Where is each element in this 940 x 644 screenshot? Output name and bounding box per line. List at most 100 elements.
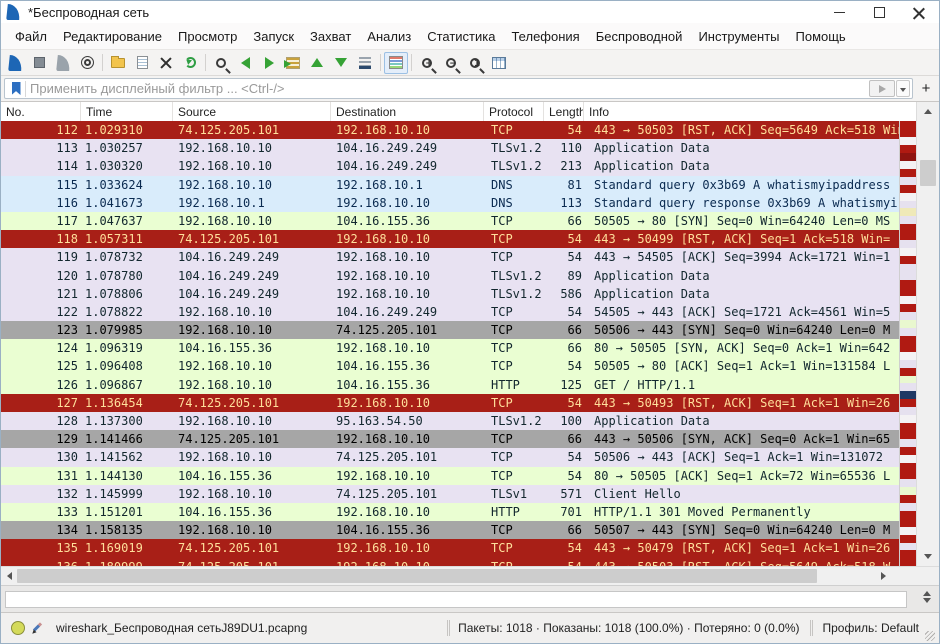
apply-filter-button[interactable] bbox=[869, 80, 895, 97]
cell-info: Application Data bbox=[584, 412, 900, 430]
menu-item-6[interactable]: Статистика bbox=[419, 26, 503, 47]
column-header-no[interactable]: No. bbox=[1, 102, 81, 121]
go-forward-button[interactable] bbox=[257, 52, 281, 74]
menu-item-3[interactable]: Запуск bbox=[245, 26, 302, 47]
cell-proto: TCP bbox=[484, 230, 544, 248]
packet-row-122[interactable]: 1221.078822192.168.10.10104.16.249.249TC… bbox=[1, 303, 900, 321]
resize-columns-icon bbox=[492, 57, 506, 69]
packet-row-128[interactable]: 1281.137300192.168.10.1095.163.54.50TLSv… bbox=[1, 412, 900, 430]
minimize-button[interactable] bbox=[819, 1, 859, 23]
capture-options-icon bbox=[81, 56, 94, 69]
stop-capture-button[interactable] bbox=[27, 52, 51, 74]
go-back-button[interactable] bbox=[233, 52, 257, 74]
packet-row-132[interactable]: 1321.145999192.168.10.1074.125.205.101TL… bbox=[1, 485, 900, 503]
packet-row-121[interactable]: 1211.078806104.16.249.249192.168.10.10TL… bbox=[1, 285, 900, 303]
save-file-button[interactable] bbox=[130, 52, 154, 74]
vertical-scroll-thumb[interactable] bbox=[920, 160, 936, 186]
autoscroll-button[interactable] bbox=[353, 52, 377, 74]
zoom-in-button[interactable]: + bbox=[415, 52, 439, 74]
resize-grip[interactable] bbox=[925, 631, 935, 641]
cell-time: 1.136454 bbox=[81, 394, 173, 412]
zoom-reset-button[interactable]: 1 bbox=[463, 52, 487, 74]
close-button[interactable] bbox=[899, 1, 939, 23]
packet-row-120[interactable]: 1201.078780104.16.249.249192.168.10.10TL… bbox=[1, 267, 900, 285]
packet-row-133[interactable]: 1331.151201104.16.155.36192.168.10.10HTT… bbox=[1, 503, 900, 521]
go-to-top-button[interactable] bbox=[305, 52, 329, 74]
start-capture-button[interactable] bbox=[3, 52, 27, 74]
column-header-source[interactable]: Source bbox=[173, 102, 331, 121]
scroll-up-button[interactable] bbox=[917, 104, 939, 119]
packet-row-116[interactable]: 1161.041673192.168.10.1192.168.10.10DNS1… bbox=[1, 194, 900, 212]
column-header-destination[interactable]: Destination bbox=[331, 102, 484, 121]
packet-row-126[interactable]: 1261.096867192.168.10.10104.16.155.36HTT… bbox=[1, 376, 900, 394]
scroll-down-button[interactable] bbox=[917, 549, 939, 564]
minimap-stripe bbox=[900, 177, 917, 185]
scroll-right-button[interactable] bbox=[875, 567, 891, 585]
packet-row-112[interactable]: 1121.02931074.125.205.101192.168.10.10TC… bbox=[1, 121, 900, 139]
capture-comment-icon[interactable] bbox=[31, 622, 44, 635]
close-file-button[interactable] bbox=[154, 52, 178, 74]
horizontal-scroll-thumb[interactable] bbox=[17, 569, 817, 583]
go-to-packet-button[interactable] bbox=[281, 52, 305, 74]
horizontal-scrollbar[interactable] bbox=[1, 566, 939, 585]
packet-row-135[interactable]: 1351.16901974.125.205.101192.168.10.10TC… bbox=[1, 539, 900, 557]
restart-capture-button[interactable] bbox=[51, 52, 75, 74]
chevron-down-icon bbox=[924, 554, 932, 559]
menu-item-4[interactable]: Захват bbox=[302, 26, 359, 47]
cell-len: 701 bbox=[544, 503, 584, 521]
packet-row-129[interactable]: 1291.14146674.125.205.101192.168.10.10TC… bbox=[1, 430, 900, 448]
intelligent-scrollbar-minimap[interactable] bbox=[899, 121, 917, 566]
menu-item-8[interactable]: Беспроводной bbox=[588, 26, 691, 47]
minimap-stripe bbox=[900, 328, 917, 336]
menu-item-9[interactable]: Инструменты bbox=[690, 26, 787, 47]
packet-row-118[interactable]: 1181.05731174.125.205.101192.168.10.10TC… bbox=[1, 230, 900, 248]
column-header-time[interactable]: Time bbox=[81, 102, 173, 121]
minimap-stripe bbox=[900, 391, 917, 399]
add-filter-button[interactable]: + bbox=[916, 79, 936, 98]
profile-label[interactable]: Профиль: Default bbox=[817, 621, 926, 635]
open-file-button[interactable] bbox=[106, 52, 130, 74]
packet-row-131[interactable]: 1311.144130104.16.155.36192.168.10.10TCP… bbox=[1, 467, 900, 485]
cell-dst: 192.168.10.10 bbox=[331, 267, 484, 285]
packet-row-113[interactable]: 1131.030257192.168.10.10104.16.249.249TL… bbox=[1, 139, 900, 157]
minimap-stripe bbox=[900, 153, 917, 161]
packet-row-127[interactable]: 1271.13645474.125.205.101192.168.10.10TC… bbox=[1, 394, 900, 412]
packet-row-117[interactable]: 1171.047637192.168.10.10104.16.155.36TCP… bbox=[1, 212, 900, 230]
packet-row-130[interactable]: 1301.141562192.168.10.1074.125.205.101TC… bbox=[1, 448, 900, 466]
maximize-button[interactable] bbox=[859, 1, 899, 23]
reload-file-button[interactable] bbox=[178, 52, 202, 74]
scroll-left-button[interactable] bbox=[1, 567, 17, 585]
vertical-scrollbar[interactable] bbox=[916, 102, 939, 566]
cell-src: 104.16.155.36 bbox=[173, 503, 331, 521]
packet-row-123[interactable]: 1231.079985192.168.10.1074.125.205.101TC… bbox=[1, 321, 900, 339]
menu-item-1[interactable]: Редактирование bbox=[55, 26, 170, 47]
packet-row-125[interactable]: 1251.096408192.168.10.10104.16.155.36TCP… bbox=[1, 357, 900, 375]
menu-item-10[interactable]: Помощь bbox=[788, 26, 854, 47]
colorize-packets-button[interactable] bbox=[384, 52, 408, 74]
filter-history-dropdown[interactable] bbox=[896, 80, 910, 97]
menu-item-5[interactable]: Анализ bbox=[359, 26, 419, 47]
packet-row-114[interactable]: 1141.030320192.168.10.10104.16.249.249TL… bbox=[1, 157, 900, 175]
pane-splitter-handle[interactable] bbox=[923, 591, 931, 603]
display-filter-input[interactable] bbox=[26, 80, 869, 98]
cell-proto: TLSv1.2 bbox=[484, 139, 544, 157]
expert-info-icon[interactable] bbox=[11, 621, 25, 635]
column-header-protocol[interactable]: Protocol bbox=[484, 102, 544, 121]
packet-row-134[interactable]: 1341.158135192.168.10.10104.16.155.36TCP… bbox=[1, 521, 900, 539]
zoom-out-button[interactable]: − bbox=[439, 52, 463, 74]
packet-row-115[interactable]: 1151.033624192.168.10.10192.168.10.1DNS8… bbox=[1, 176, 900, 194]
menu-item-2[interactable]: Просмотр bbox=[170, 26, 245, 47]
packet-row-136[interactable]: 1361.18099974.125.205.101192.168.10.10TC… bbox=[1, 558, 900, 567]
cell-info: Application Data bbox=[584, 285, 900, 303]
packet-row-124[interactable]: 1241.096319104.16.155.36192.168.10.10TCP… bbox=[1, 339, 900, 357]
menu-item-0[interactable]: Файл bbox=[7, 26, 55, 47]
menu-item-7[interactable]: Телефония bbox=[503, 26, 587, 47]
column-header-length[interactable]: Length bbox=[544, 102, 584, 121]
find-packet-button[interactable] bbox=[209, 52, 233, 74]
packet-row-119[interactable]: 1191.078732104.16.249.249192.168.10.10TC… bbox=[1, 248, 900, 266]
filter-bookmark-button[interactable] bbox=[7, 81, 26, 97]
capture-options-button[interactable] bbox=[75, 52, 99, 74]
resize-columns-button[interactable] bbox=[487, 52, 511, 74]
go-to-bottom-button[interactable] bbox=[329, 52, 353, 74]
column-header-info[interactable]: Info bbox=[584, 102, 917, 121]
